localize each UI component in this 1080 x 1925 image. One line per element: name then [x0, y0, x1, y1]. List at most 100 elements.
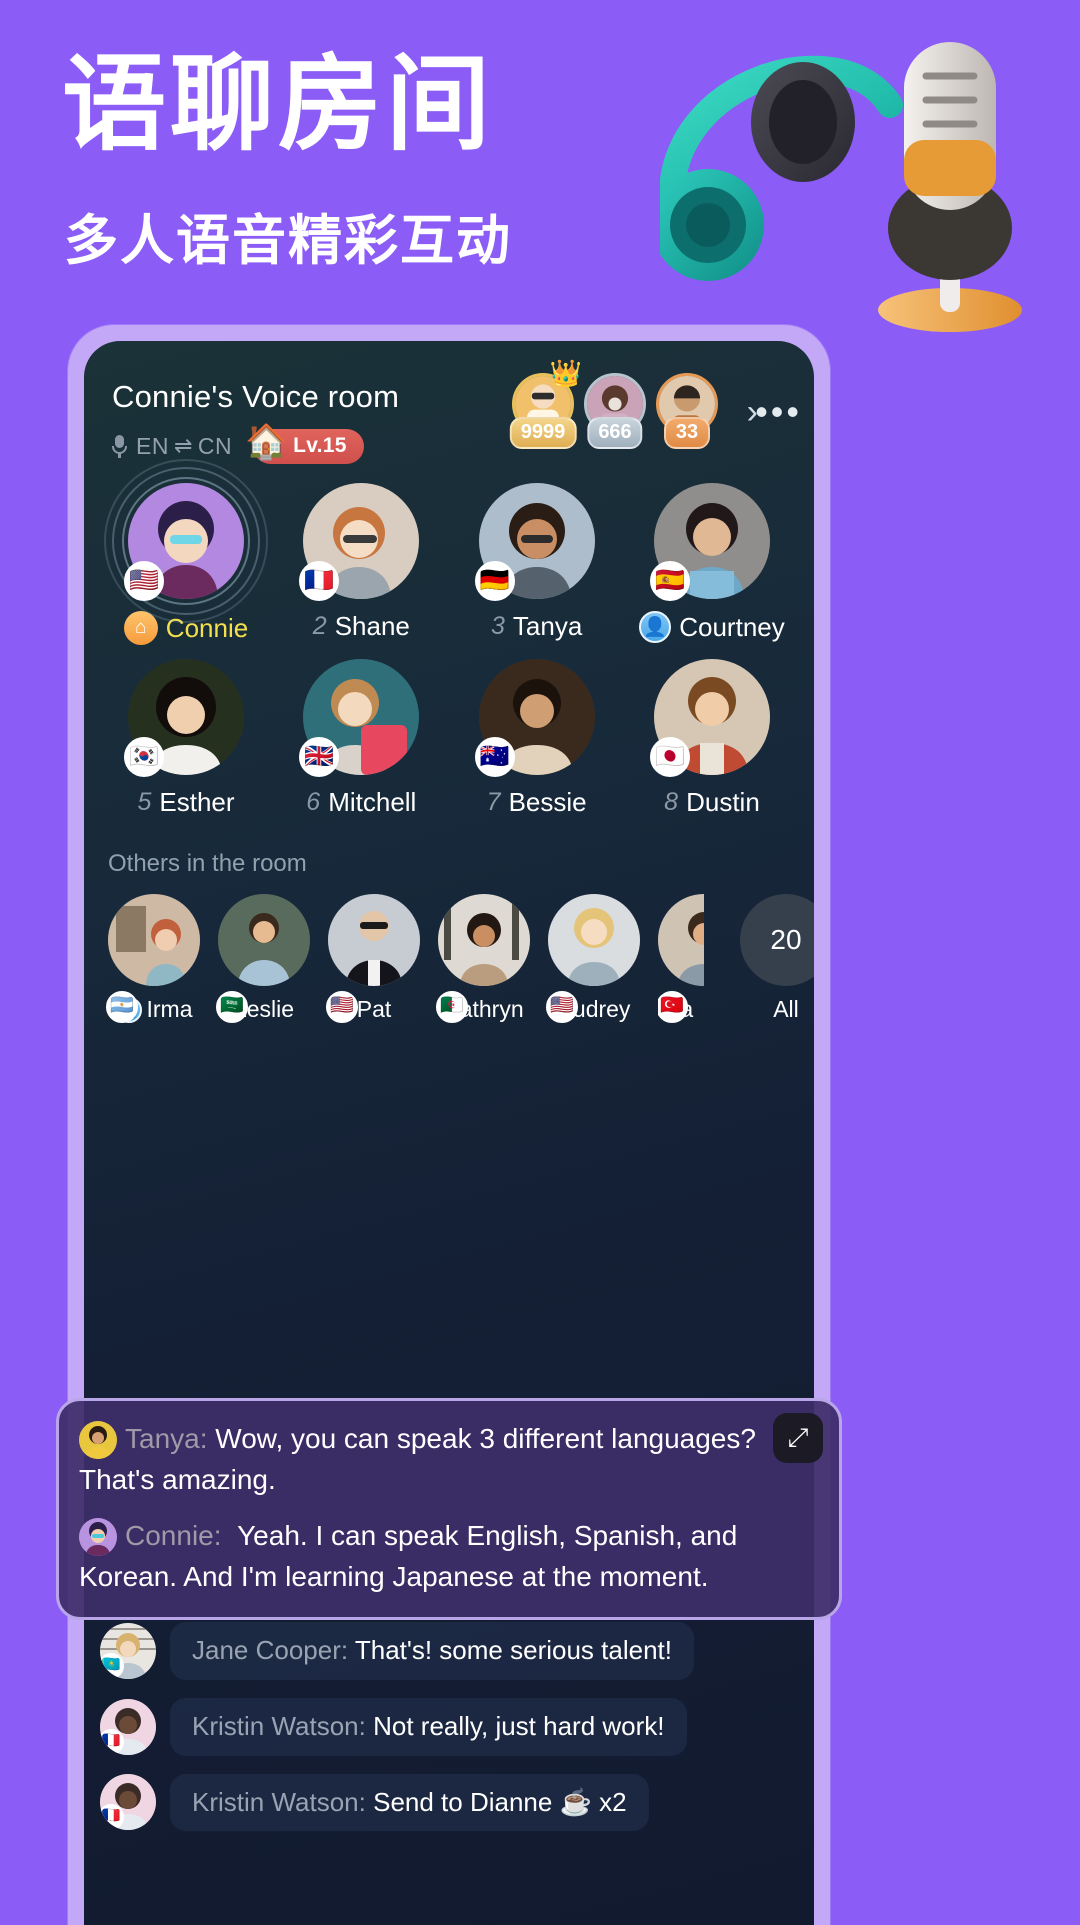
chat-text: Send to Dianne ☕ x2 — [373, 1786, 627, 1817]
chat-sender: Kristin Watson: — [192, 1786, 366, 1817]
contributor-count: 9999 — [509, 417, 577, 449]
other-leslie[interactable]: 🇸🇦 Leslie — [216, 894, 310, 1023]
seat-label: 6 Mitchell — [281, 787, 441, 818]
chat-bubble: Kristin Watson: Not really, just hard wo… — [170, 1697, 687, 1756]
swap-icon: ⇌ — [173, 433, 193, 458]
other-audrey[interactable]: 🇺🇸 Audrey — [546, 894, 640, 1023]
chat-message-3[interactable]: 🇫🇷 Kristin Watson: Send to Dianne ☕ x2 — [100, 1773, 800, 1832]
others-all-label: All — [773, 996, 799, 1022]
seat-label: 5 Esther — [106, 787, 266, 818]
contributor-count: 33 — [664, 417, 710, 449]
speaker-row-2: 🇰🇷 5 Esther 🇬🇧 6 Mitchell 🇦🇺 7 Bessie 🇯🇵… — [106, 659, 792, 818]
lang-from: EN — [136, 432, 169, 459]
other-name: Irma — [146, 996, 193, 1022]
country-flag: 🇦🇷 — [106, 991, 138, 1023]
seat-label: 👤 Courtney — [632, 611, 792, 643]
country-flag: 🇺🇸 — [124, 561, 164, 601]
other-kathryn[interactable]: 🇩🇿 Kathryn — [436, 894, 530, 1023]
country-flag: 🇩🇿 — [436, 991, 468, 1023]
seat-connie[interactable]: 🇺🇸 ⌂ Connie — [104, 459, 268, 645]
page-title: 语聊房间 — [62, 43, 495, 165]
seat-index: 6 — [306, 788, 321, 816]
avatar: 🇰🇿 — [100, 1622, 156, 1679]
others-count: 20 — [740, 894, 814, 986]
country-flag: 🇫🇷 — [100, 1728, 124, 1755]
contributor-rank-2[interactable]: 666 — [584, 373, 646, 449]
chat-sender: Jane Cooper: — [192, 1635, 349, 1665]
seat-name: Esther — [159, 787, 235, 817]
country-flag: 🇰🇷 — [124, 737, 164, 777]
chat-text: That's! some serious talent! — [354, 1635, 672, 1665]
chat-list: 🇰🇿 Jane Cooper: That's! some serious tal… — [100, 1622, 800, 1849]
country-flag: 🇪🇸 — [649, 561, 690, 601]
more-options-icon[interactable]: ••• — [755, 391, 802, 433]
expand-icon[interactable]: ⤢ — [773, 1413, 823, 1463]
chat-text: Not really, just hard work! — [373, 1710, 665, 1741]
seat-label: 8 Dustin — [632, 787, 792, 818]
language-pair: EN ⇌ CN — [136, 433, 232, 460]
highlight-speaker-1: Tanya: — [125, 1423, 208, 1454]
seat-name: Dustin — [686, 787, 760, 817]
others-label: Others in the room — [108, 850, 307, 877]
level-badge[interactable]: 🏠 Lv.15 — [245, 425, 364, 464]
country-flag: 🇰🇿 — [100, 1652, 124, 1679]
contributor-rank-3[interactable]: 33 — [656, 373, 718, 449]
page-subtitle: 多人语音精彩互动 — [64, 209, 512, 272]
highlighted-message-card[interactable]: ⤢ Tanya: Wow, you can speak 3 different … — [56, 1398, 842, 1621]
seat-bessie[interactable]: 🇦🇺 7 Bessie — [457, 659, 617, 818]
seat-index: 2 — [312, 612, 327, 640]
country-flag: 🇸🇦 — [216, 991, 248, 1023]
seat-name: Connie — [165, 612, 249, 643]
top-contributors[interactable]: 👑 9999 666 33 — [509, 360, 718, 449]
seat-tanya[interactable]: 🇩🇪 3 Tanya — [457, 483, 617, 645]
contributor-rank-1[interactable]: 👑 9999 — [509, 360, 582, 449]
chat-message-2[interactable]: 🇫🇷 Kristin Watson: Not really, just hard… — [100, 1697, 800, 1756]
avatar — [218, 894, 310, 986]
speaker-grid: 🇺🇸 ⌂ Connie 🇫🇷 2 Shane 🇩🇪 3 Tanya 🇪🇸 👤 C… — [84, 459, 814, 818]
seat-courtney[interactable]: 🇪🇸 👤 Courtney — [632, 483, 792, 645]
speaker-row-1: 🇺🇸 ⌂ Connie 🇫🇷 2 Shane 🇩🇪 3 Tanya 🇪🇸 👤 C… — [104, 459, 792, 645]
highlight-message-1: Tanya: Wow, you can speak 3 different la… — [79, 1419, 817, 1500]
seat-index: 3 — [491, 612, 505, 640]
seat-label: 7 Bessie — [457, 787, 617, 818]
seat-index: 8 — [664, 788, 679, 816]
seat-shane[interactable]: 🇫🇷 2 Shane — [281, 483, 441, 645]
seat-label: 2 Shane — [281, 611, 441, 642]
others-list[interactable]: 🇦🇷 👤 Irma 🇸🇦 Leslie 🇺🇸 — [106, 894, 814, 1023]
avatar — [79, 1421, 117, 1459]
seat-label: ⌂ Connie — [106, 611, 266, 645]
mic-icon — [112, 435, 127, 458]
hero-illustration — [652, 10, 1080, 350]
highlight-speaker-2: Connie: — [125, 1520, 222, 1552]
avatar — [79, 1518, 117, 1557]
country-flag: 🇺🇸 — [326, 991, 358, 1023]
seat-esther[interactable]: 🇰🇷 5 Esther — [106, 659, 266, 818]
country-flag: 🇯🇵 — [649, 737, 690, 777]
other-pat[interactable]: 🇺🇸 Pat — [326, 894, 420, 1023]
others-all-button[interactable]: 20 All — [740, 894, 814, 1023]
seat-dustin[interactable]: 🇯🇵 8 Dustin — [632, 659, 792, 818]
seat-name: Bessie — [508, 787, 587, 817]
other-irma[interactable]: 🇦🇷 👤 Irma — [106, 894, 200, 1023]
seat-index: 5 — [137, 788, 152, 816]
avatar: 🇫🇷 — [100, 1698, 156, 1755]
other-ja[interactable]: 🇹🇷 Ja — [658, 894, 704, 1023]
user-icon: 👤 — [639, 611, 672, 643]
seat-name: Tanya — [512, 611, 583, 641]
avatar: 🇫🇷 — [100, 1774, 156, 1831]
seat-mitchell[interactable]: 🇬🇧 6 Mitchell — [281, 659, 441, 818]
seat-name: Courtney — [679, 611, 785, 642]
contributor-count: 666 — [587, 417, 643, 449]
other-name: Pat — [356, 996, 392, 1022]
seat-name: Mitchell — [328, 787, 417, 817]
chat-bubble: Kristin Watson: Send to Dianne ☕ x2 — [170, 1773, 649, 1832]
crown-icon: 👑 — [549, 358, 582, 388]
host-icon: ⌂ — [123, 611, 158, 645]
country-flag: 🇩🇪 — [474, 561, 515, 601]
chat-message-1[interactable]: 🇰🇿 Jane Cooper: That's! some serious tal… — [100, 1622, 800, 1680]
others-section: Others in the room 🇦🇷 👤 Irma 🇸🇦 Lesl — [84, 832, 814, 1023]
house-icon: 🏠 — [245, 423, 288, 461]
avatar — [328, 894, 420, 986]
seat-name: Shane — [334, 611, 410, 641]
avatar — [658, 894, 704, 986]
